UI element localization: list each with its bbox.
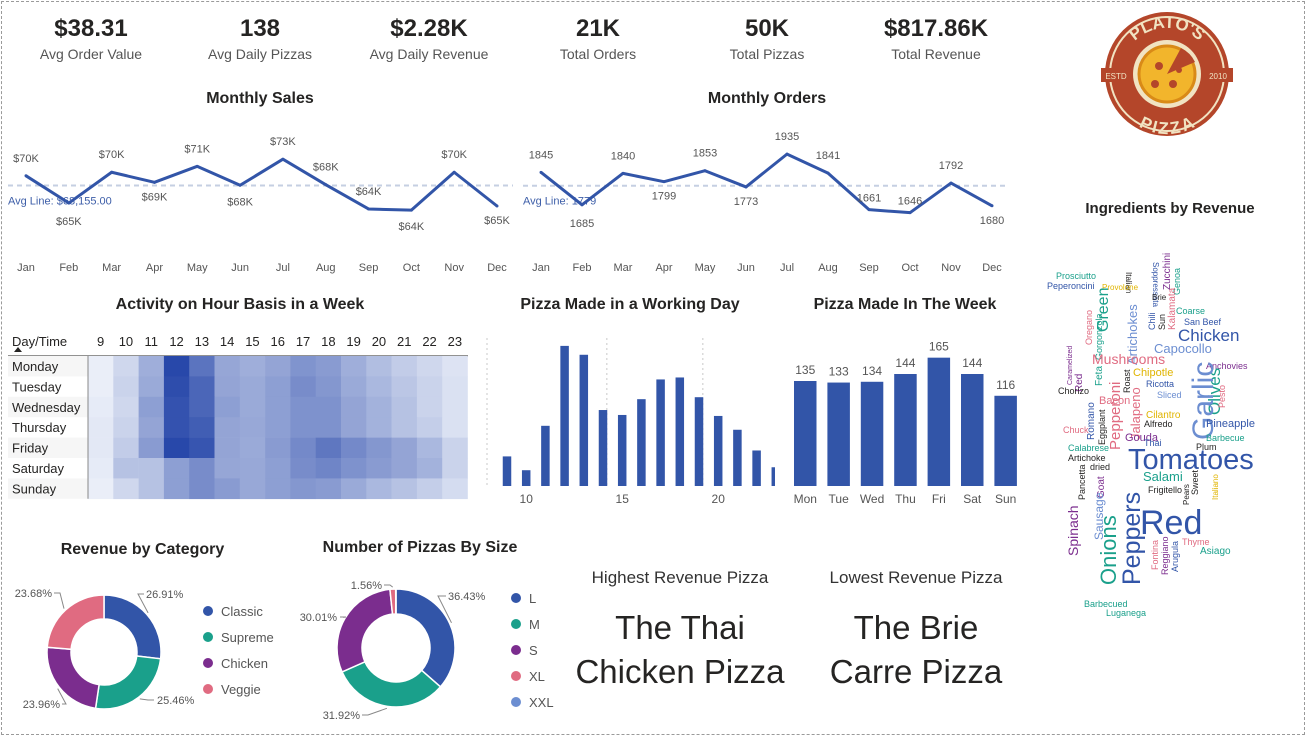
wordcloud-word[interactable]: Brie xyxy=(1152,293,1167,302)
wordcloud-word[interactable]: Sweet xyxy=(1190,469,1200,495)
wordcloud-word[interactable]: Fontina xyxy=(1150,540,1160,570)
wordcloud-word[interactable]: Luganega xyxy=(1106,608,1146,618)
wordcloud-word[interactable]: Mushrooms xyxy=(1092,351,1165,367)
ingredients-wordcloud: ProsciuttoPeperoncini Italian Soppressata Z… xyxy=(1047,253,1255,618)
wordcloud-word[interactable]: Pears xyxy=(1182,484,1191,505)
wordcloud-word[interactable]: Sun xyxy=(1157,314,1167,330)
wordcloud-word[interactable]: dried xyxy=(1090,462,1110,472)
wordcloud-word[interactable]: Pepperoni xyxy=(1107,382,1124,450)
wordcloud-word[interactable]: Pesto xyxy=(1217,385,1227,408)
wordcloud-word[interactable]: Ricotta xyxy=(1146,379,1174,389)
wordcloud-word[interactable]: Sliced xyxy=(1157,390,1182,400)
wordcloud-word[interactable]: Peperoncini xyxy=(1047,281,1095,291)
wordcloud-word[interactable]: Prosciutto xyxy=(1056,271,1096,281)
wordcloud-word[interactable]: Pancetta xyxy=(1077,464,1087,500)
wordcloud-word[interactable]: Arugula xyxy=(1170,541,1180,572)
wordcloud-word[interactable]: Alfredo xyxy=(1144,419,1173,429)
wordcloud-word[interactable]: Reggiano xyxy=(1160,536,1170,575)
wordcloud-word[interactable]: Chipotle xyxy=(1133,367,1173,379)
wordcloud-word[interactable]: Italiano xyxy=(1211,474,1220,500)
wordcloud-word[interactable]: Pineapple xyxy=(1206,418,1255,430)
wordcloud-word[interactable]: Romano xyxy=(1086,402,1097,440)
wordcloud-word[interactable]: Asiago xyxy=(1200,546,1231,557)
wordcloud-word[interactable]: Caramelized xyxy=(1067,346,1074,385)
wordcloud-word[interactable]: Oregano xyxy=(1084,310,1094,345)
wordcloud-word[interactable]: Chorizo xyxy=(1058,386,1089,396)
wordcloud-word[interactable]: Salami xyxy=(1143,469,1183,484)
wordcloud-word[interactable]: Coarse xyxy=(1176,306,1205,316)
wordcloud-word[interactable]: Feta xyxy=(1094,366,1105,386)
wordcloud-word[interactable]: Sausage xyxy=(1092,492,1106,540)
wordcloud-word[interactable]: Frigitello xyxy=(1148,485,1182,495)
wordcloud-word[interactable]: Chili xyxy=(1147,312,1157,330)
wordcloud-word[interactable]: Spinach xyxy=(1065,505,1081,556)
wordcloud-word[interactable]: Eggplant xyxy=(1097,409,1107,445)
